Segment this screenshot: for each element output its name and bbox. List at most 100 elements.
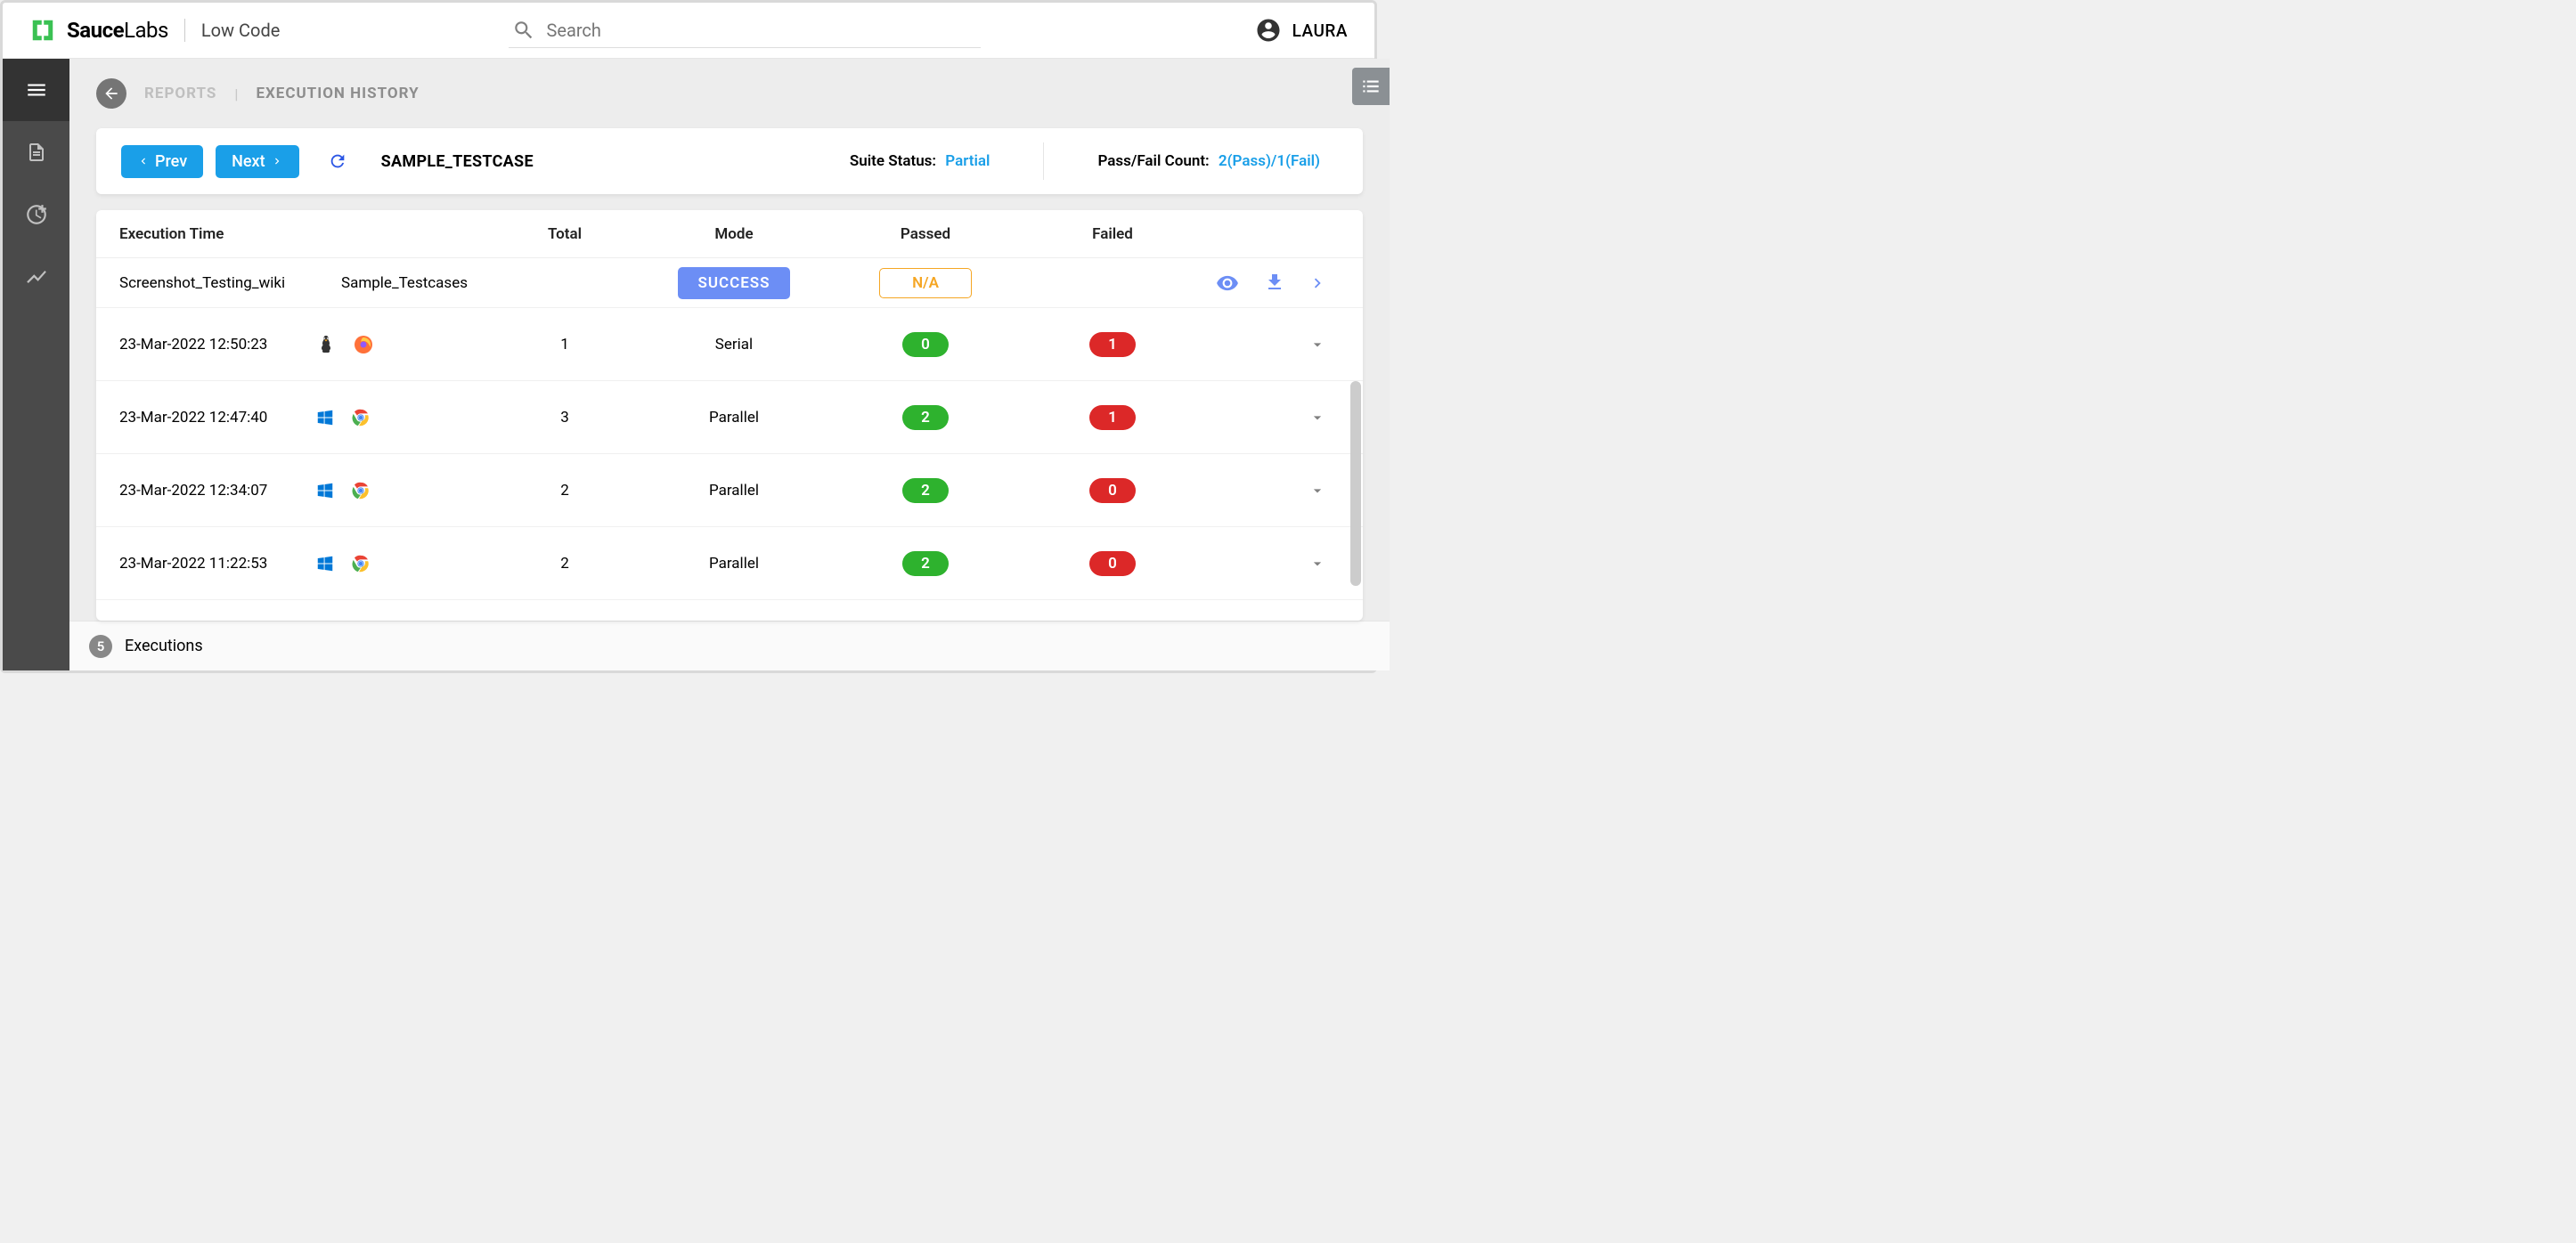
chrome-icon (351, 481, 371, 500)
back-button[interactable] (96, 78, 126, 109)
reload-button[interactable] (328, 151, 347, 171)
suite-status-value: Partial (945, 152, 990, 170)
pf-label: Pass/Fail Count: (1097, 152, 1209, 170)
sidebar (3, 59, 69, 670)
cell-mode: Parallel (709, 482, 759, 500)
breadcrumb-current: EXECUTION HISTORY (256, 85, 419, 102)
pf-value: 2(Pass)/1(Fail) (1219, 152, 1320, 170)
cell-time: 23-Mar-2022 12:50:23 (119, 336, 315, 353)
header: SauceLabs Low Code LAURA (3, 3, 1374, 59)
passed-pill: 2 (902, 405, 949, 430)
app-window: SauceLabs Low Code LAURA (0, 0, 1377, 673)
col-mode: Mode (714, 225, 753, 243)
user-name: LAURA (1292, 20, 1348, 41)
chrome-icon (351, 408, 371, 427)
search-input[interactable] (546, 20, 977, 41)
cell-mode: Parallel (709, 555, 759, 573)
col-exec-time: Execution Time (119, 225, 315, 243)
breadcrumb-row: REPORTS | EXECUTION HISTORY (69, 59, 1390, 121)
passed-pill: 2 (902, 551, 949, 576)
windows-icon (315, 554, 335, 573)
sidebar-item-schedule[interactable] (3, 183, 69, 246)
brand-text: SauceLabs (67, 18, 168, 43)
breadcrumb-sep: | (234, 85, 238, 102)
col-failed: Failed (1092, 225, 1133, 243)
execution-count-badge: 5 (89, 635, 112, 658)
cell-time: 23-Mar-2022 12:47:40 (119, 409, 315, 427)
sub-brand: Low Code (201, 20, 280, 41)
prev-button-label: Prev (155, 152, 187, 171)
cell-platform (315, 408, 493, 427)
search-area (509, 13, 981, 48)
cell-total: 2 (560, 482, 569, 500)
cell-platform (315, 481, 493, 500)
main: REPORTS | EXECUTION HISTORY Prev Next SA… (69, 59, 1390, 670)
suite-status: Suite Status: Partial (850, 152, 990, 170)
next-button[interactable]: Next (216, 145, 298, 178)
expand-icon[interactable] (1308, 273, 1327, 293)
chevron-down-icon[interactable] (1308, 482, 1326, 500)
summary-subtitle: Sample_Testcases (341, 274, 468, 292)
footer-label: Executions (125, 637, 203, 655)
panel-toggle-button[interactable] (1352, 68, 1390, 105)
chevron-down-icon[interactable] (1308, 336, 1326, 353)
cell-platform (315, 554, 493, 573)
suite-status-label: Suite Status: (850, 152, 936, 170)
col-passed: Passed (901, 225, 950, 243)
table-row: 23-Mar-2022 12:47:40 3 Parallel 2 1 (96, 381, 1363, 454)
failed-pill: 1 (1089, 332, 1136, 357)
footer: 5 Executions (69, 621, 1390, 670)
col-total: Total (548, 225, 582, 243)
cell-mode: Serial (715, 336, 753, 353)
execution-table: Execution Time Total Mode Passed Failed … (96, 210, 1363, 621)
search-icon (512, 19, 535, 42)
table-row: 23-Mar-2022 12:50:23 1 Serial 0 1 (96, 308, 1363, 381)
failed-pill: 1 (1089, 405, 1136, 430)
user-area[interactable]: LAURA (1255, 17, 1348, 44)
chevron-down-icon[interactable] (1308, 555, 1326, 573)
chrome-icon (351, 554, 371, 573)
table-header: Execution Time Total Mode Passed Failed (96, 210, 1363, 258)
status-badge: SUCCESS (678, 267, 789, 299)
passed-pill: 0 (902, 332, 949, 357)
sidebar-item-documents[interactable] (3, 121, 69, 183)
body: REPORTS | EXECUTION HISTORY Prev Next SA… (3, 59, 1374, 670)
sidebar-item-analytics[interactable] (3, 246, 69, 308)
cell-platform (315, 334, 493, 355)
cell-time: 23-Mar-2022 12:34:07 (119, 482, 315, 500)
cell-total: 2 (560, 555, 569, 573)
na-badge: N/A (879, 268, 972, 298)
linux-icon (315, 334, 337, 355)
download-icon[interactable] (1264, 272, 1285, 295)
pass-fail-count: Pass/Fail Count: 2(Pass)/1(Fail) (1097, 152, 1320, 170)
failed-pill: 0 (1089, 551, 1136, 576)
cell-mode: Parallel (709, 409, 759, 427)
summary-card: Prev Next SAMPLE_TESTCASE Suite Status: … (96, 128, 1363, 194)
next-button-label: Next (232, 152, 265, 171)
table-row: 23-Mar-2022 12:34:07 2 Parallel 2 0 (96, 454, 1363, 527)
windows-icon (315, 408, 335, 427)
cell-total: 3 (560, 409, 569, 427)
scrollbar[interactable] (1350, 381, 1361, 586)
view-icon[interactable] (1216, 272, 1239, 295)
status-divider (1043, 142, 1044, 180)
row-actions (1206, 272, 1295, 295)
logo-icon (29, 17, 56, 44)
windows-icon (315, 481, 335, 500)
cell-time: 23-Mar-2022 11:22:53 (119, 555, 315, 573)
user-avatar-icon (1255, 17, 1282, 44)
failed-pill: 0 (1089, 478, 1136, 503)
status-group: Suite Status: Partial Pass/Fail Count: 2… (850, 142, 1338, 180)
divider (184, 19, 185, 42)
cell-total: 1 (560, 336, 569, 353)
table-row: 23-Mar-2022 11:22:53 2 Parallel 2 0 (96, 527, 1363, 600)
prev-button[interactable]: Prev (121, 145, 203, 178)
summary-row: Screenshot_Testing_wiki Sample_Testcases… (96, 258, 1363, 308)
logo-area: SauceLabs (29, 17, 168, 44)
firefox-icon (353, 334, 374, 355)
sidebar-menu-toggle[interactable] (3, 59, 69, 121)
chevron-down-icon[interactable] (1308, 409, 1326, 427)
breadcrumb-root[interactable]: REPORTS (144, 85, 216, 102)
summary-name: Screenshot_Testing_wiki (119, 274, 315, 292)
passed-pill: 2 (902, 478, 949, 503)
